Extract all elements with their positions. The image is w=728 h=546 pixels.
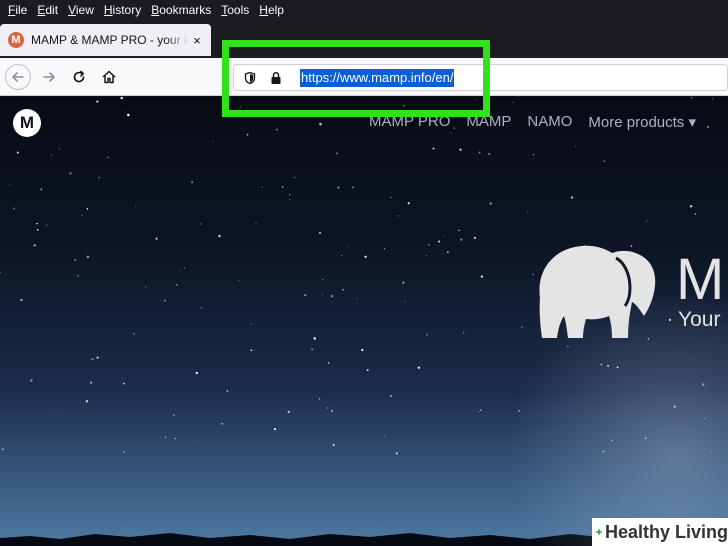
menu-file[interactable]: File — [3, 0, 32, 20]
healthy-living-watermark: Healthy Living — [592, 518, 728, 546]
reload-button[interactable] — [66, 64, 92, 90]
home-icon — [102, 70, 116, 84]
watermark-text: Healthy Living — [604, 521, 728, 542]
menu-view[interactable]: View — [63, 0, 99, 20]
forward-button[interactable] — [36, 64, 62, 90]
menu-help[interactable]: Help — [254, 0, 289, 20]
reload-icon — [73, 70, 85, 83]
page-content: M MAMP PRO MAMP NAMO More products ▾ M Y… — [0, 97, 728, 546]
forward-arrow-icon — [43, 72, 55, 82]
hero-title: M — [676, 247, 725, 312]
tab-favicon-icon: M — [8, 32, 24, 48]
home-button[interactable] — [96, 64, 122, 90]
starfield-background — [0, 97, 714, 457]
plus-icon — [596, 529, 602, 535]
elephant-logo-icon — [539, 245, 656, 338]
hero-subtitle: Your — [678, 308, 721, 331]
menu-edit[interactable]: Edit — [32, 0, 63, 20]
menu-bar: File Edit View History Bookmarks Tools H… — [0, 0, 728, 20]
menu-history[interactable]: History — [99, 0, 146, 20]
back-button[interactable] — [5, 64, 31, 90]
site-nav-more-products[interactable]: More products ▾ — [588, 113, 696, 131]
mamp-logo[interactable]: M — [13, 109, 41, 137]
url-highlight-box — [222, 40, 490, 117]
site-nav-namo[interactable]: NAMO — [527, 113, 572, 131]
back-arrow-icon — [12, 72, 24, 82]
tab-mamp[interactable]: M MAMP & MAMP PRO - your local web devel… — [0, 24, 211, 56]
tab-close-icon[interactable]: × — [189, 33, 205, 48]
menu-bookmarks[interactable]: Bookmarks — [146, 0, 216, 20]
tab-title: MAMP & MAMP PRO - your local web develop… — [31, 33, 189, 47]
menu-tools[interactable]: Tools — [216, 0, 254, 20]
